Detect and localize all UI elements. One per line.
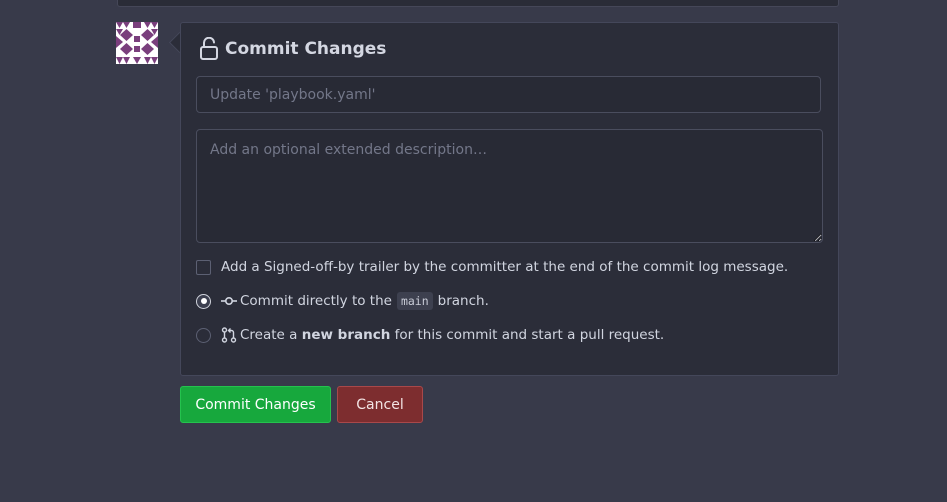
commit-form-header: Commit Changes <box>199 37 386 61</box>
new-branch-option[interactable]: Create a new branch for this commit and … <box>196 327 664 343</box>
new-branch-emphasis: new branch <box>301 327 391 343</box>
user-avatar[interactable] <box>116 22 158 64</box>
signoff-checkbox[interactable] <box>196 259 211 275</box>
commit-form-title: Commit Changes <box>225 39 387 59</box>
commit-direct-prefix: Commit directly to the <box>240 293 392 309</box>
commit-changes-button[interactable]: Commit Changes <box>180 386 331 423</box>
commit-direct-radio[interactable] <box>196 293 211 309</box>
branch-name: main <box>396 292 433 310</box>
commit-summary-input[interactable] <box>196 76 821 113</box>
new-branch-prefix: Create a <box>240 327 298 343</box>
commit-description-textarea[interactable] <box>196 129 823 243</box>
avatar-identicon <box>116 22 158 64</box>
new-branch-suffix: for this commit and start a pull request… <box>394 327 665 343</box>
signoff-option[interactable]: Add a Signed-off-by trailer by the commi… <box>196 259 788 275</box>
cancel-button[interactable]: Cancel <box>337 386 423 423</box>
git-pull-request-icon <box>221 327 237 343</box>
previous-panel-edge <box>117 0 839 7</box>
commit-direct-suffix: branch. <box>437 293 489 309</box>
commit-form-panel: Commit Changes Add a Signed-off-by trail… <box>180 22 839 376</box>
git-commit-icon <box>221 293 237 309</box>
signoff-label: Add a Signed-off-by trailer by the commi… <box>221 259 789 275</box>
new-branch-radio[interactable] <box>196 327 211 343</box>
unlock-icon <box>199 37 219 61</box>
commit-direct-option[interactable]: Commit directly to the main branch. <box>196 292 489 310</box>
